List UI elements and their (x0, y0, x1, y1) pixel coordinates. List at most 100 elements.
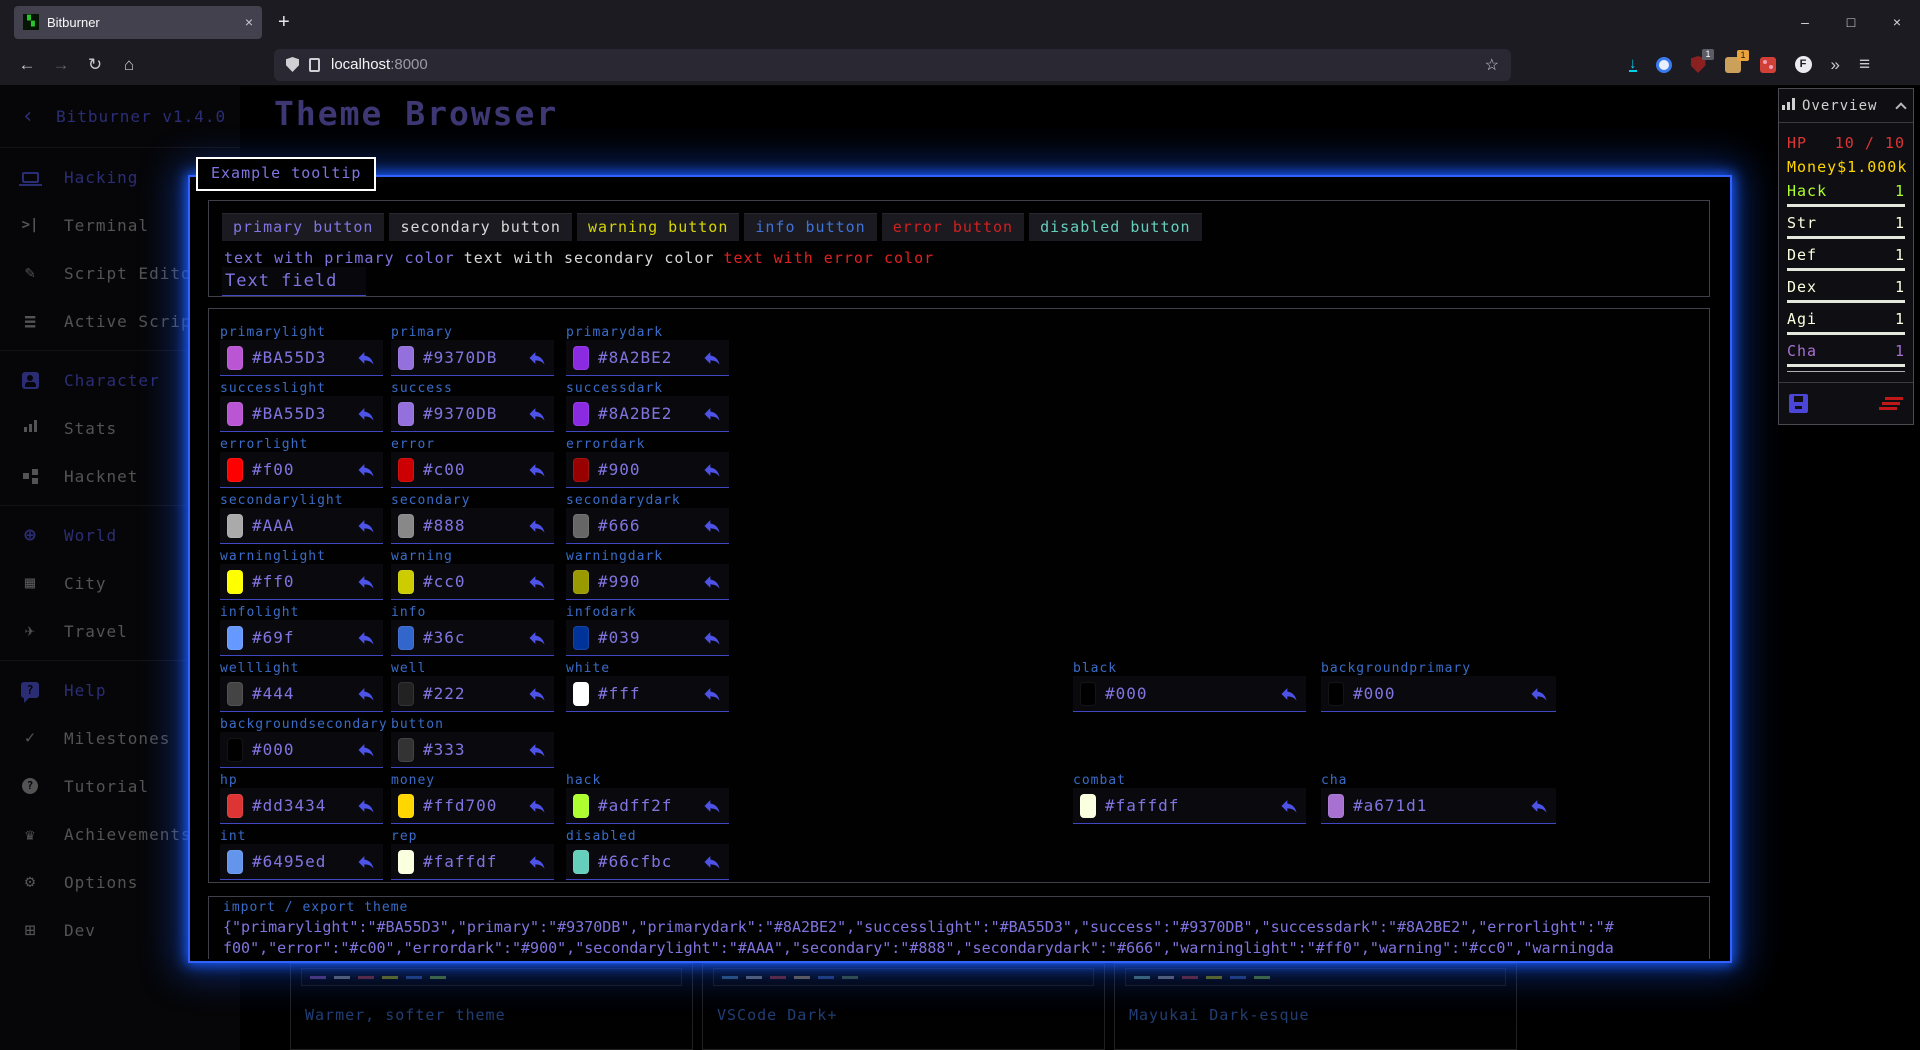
color-field-errordark[interactable]: errordark #900 (566, 437, 729, 451)
page-info-icon[interactable] (309, 58, 320, 72)
color-field-hp[interactable]: hp #dd3434 (220, 773, 383, 787)
download-icon[interactable] (1629, 57, 1637, 72)
url-bar[interactable]: localhost :8000 (274, 49, 1511, 81)
demo-text-field[interactable]: Text field (222, 267, 366, 296)
undo-icon[interactable] (527, 348, 547, 368)
menu-icon[interactable] (1859, 54, 1870, 76)
color-field-info[interactable]: info #36c (391, 605, 554, 619)
undo-icon[interactable] (356, 404, 376, 424)
undo-icon[interactable] (1529, 684, 1549, 704)
color-swatch[interactable] (227, 794, 243, 818)
color-swatch[interactable] (227, 570, 243, 594)
undo-icon[interactable] (527, 572, 547, 592)
save-icon[interactable] (1789, 394, 1808, 413)
overview-header[interactable]: Overview (1779, 89, 1913, 123)
color-field-infodark[interactable]: infodark #039 (566, 605, 729, 619)
color-swatch[interactable] (398, 570, 414, 594)
color-field-money[interactable]: money #ffd700 (391, 773, 554, 787)
color-swatch[interactable] (227, 458, 243, 482)
color-swatch[interactable] (227, 346, 243, 370)
color-swatch[interactable] (398, 514, 414, 538)
color-value[interactable]: #cc0 (423, 572, 527, 591)
color-swatch[interactable] (398, 850, 414, 874)
bookmark-star-icon[interactable] (1485, 55, 1499, 75)
extension-circle-icon[interactable] (1656, 57, 1672, 73)
color-swatch[interactable] (1080, 794, 1096, 818)
color-field-backgroundsecondary[interactable]: backgroundsecondary #000 (220, 717, 383, 731)
color-value[interactable]: #c00 (423, 460, 527, 479)
color-value[interactable]: #666 (598, 516, 702, 535)
color-swatch[interactable] (573, 570, 589, 594)
undo-icon[interactable] (527, 796, 547, 816)
color-value[interactable]: #BA55D3 (252, 404, 356, 423)
undo-icon[interactable] (702, 796, 722, 816)
undo-icon[interactable] (356, 348, 376, 368)
import-export-json[interactable]: {"primarylight":"#BA55D3","primary":"#93… (223, 917, 1701, 938)
undo-icon[interactable] (702, 628, 722, 648)
undo-icon[interactable] (527, 460, 547, 480)
undo-icon[interactable] (1279, 684, 1299, 704)
info-button[interactable]: info button (744, 213, 876, 241)
color-field-error[interactable]: error #c00 (391, 437, 554, 451)
color-swatch[interactable] (398, 794, 414, 818)
color-swatch[interactable] (398, 682, 414, 706)
undo-icon[interactable] (702, 572, 722, 592)
undo-icon[interactable] (356, 684, 376, 704)
color-value[interactable]: #8A2BE2 (598, 404, 702, 423)
color-swatch[interactable] (398, 402, 414, 426)
color-swatch[interactable] (398, 346, 414, 370)
color-field-warning[interactable]: warning #cc0 (391, 549, 554, 563)
color-value[interactable]: #36c (423, 628, 527, 647)
undo-icon[interactable] (527, 684, 547, 704)
color-value[interactable]: #333 (423, 740, 527, 759)
color-value[interactable]: #ff0 (252, 572, 356, 591)
new-tab-button[interactable]: + (278, 11, 290, 34)
extension-f-icon[interactable] (1795, 56, 1812, 73)
tab-close-icon[interactable]: × (245, 14, 253, 30)
clear-all-icon[interactable] (1885, 397, 1903, 400)
color-value[interactable]: #BA55D3 (252, 348, 356, 367)
color-swatch[interactable] (573, 850, 589, 874)
undo-icon[interactable] (702, 404, 722, 424)
undo-icon[interactable] (1529, 796, 1549, 816)
undo-icon[interactable] (527, 628, 547, 648)
error-button[interactable]: error button (882, 213, 1024, 241)
undo-icon[interactable] (356, 852, 376, 872)
extension-red-icon[interactable] (1760, 57, 1776, 73)
url-host[interactable]: localhost (331, 56, 390, 73)
color-field-successlight[interactable]: successlight #BA55D3 (220, 381, 383, 395)
color-value[interactable]: #a671d1 (1353, 796, 1529, 815)
undo-icon[interactable] (356, 516, 376, 536)
color-swatch[interactable] (573, 402, 589, 426)
color-field-warninglight[interactable]: warninglight #ff0 (220, 549, 383, 563)
color-swatch[interactable] (1328, 682, 1344, 706)
color-field-button[interactable]: button #333 (391, 717, 554, 731)
undo-icon[interactable] (702, 348, 722, 368)
color-value[interactable]: #fff (598, 684, 702, 703)
forward-button[interactable]: → (44, 50, 78, 80)
color-field-success[interactable]: success #9370DB (391, 381, 554, 395)
color-swatch[interactable] (1328, 794, 1344, 818)
color-value[interactable]: #000 (1105, 684, 1279, 703)
undo-icon[interactable] (356, 740, 376, 760)
color-field-white[interactable]: white #fff (566, 661, 729, 675)
undo-icon[interactable] (702, 460, 722, 480)
undo-icon[interactable] (356, 572, 376, 592)
reload-button[interactable]: ↻ (78, 50, 112, 80)
color-swatch[interactable] (398, 738, 414, 762)
color-field-cha[interactable]: cha #a671d1 (1321, 773, 1556, 787)
color-field-well[interactable]: well #222 (391, 661, 554, 675)
color-value[interactable]: #888 (423, 516, 527, 535)
undo-icon[interactable] (527, 852, 547, 872)
warning-button[interactable]: warning button (577, 213, 739, 241)
undo-icon[interactable] (527, 740, 547, 760)
color-swatch[interactable] (573, 682, 589, 706)
color-swatch[interactable] (573, 794, 589, 818)
undo-icon[interactable] (702, 684, 722, 704)
color-field-welllight[interactable]: welllight #444 (220, 661, 383, 675)
color-field-rep[interactable]: rep #faffdf (391, 829, 554, 843)
undo-icon[interactable] (1279, 796, 1299, 816)
color-swatch[interactable] (398, 458, 414, 482)
color-value[interactable]: #ffd700 (423, 796, 527, 815)
color-swatch[interactable] (227, 850, 243, 874)
